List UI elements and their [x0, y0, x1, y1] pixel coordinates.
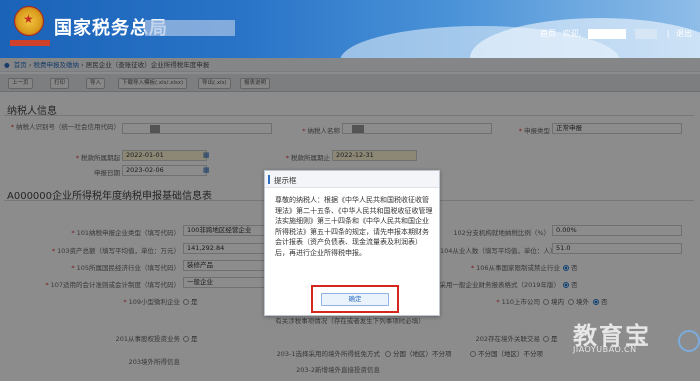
watermark-url: JIAOYUBAO.CN: [573, 345, 637, 354]
site-header: ★ 国家税务总局 首页 欢迎, | 退出: [0, 0, 700, 58]
top-links: 首页 欢迎, | 退出: [536, 28, 692, 39]
user-extra-masked: [635, 28, 658, 39]
home-link[interactable]: 首页: [540, 29, 556, 38]
dialog-header: 提示框: [265, 171, 439, 188]
user-name-masked: [587, 28, 626, 39]
tax-emblem-icon: ★: [14, 6, 44, 36]
welcome-text: 欢迎,: [562, 29, 582, 38]
ok-button-highlight: 确定: [311, 285, 399, 313]
watermark-circle-icon: [678, 330, 700, 352]
ok-button[interactable]: 确定: [321, 293, 389, 306]
logout-link[interactable]: 退出: [676, 29, 692, 38]
dialog-message: 尊敬的纳税人：根据《中华人民共和国税收征收管理法》第二十五条、《中华人民共和国税…: [275, 196, 433, 257]
dialog-title: 提示框: [274, 176, 297, 185]
separator: |: [666, 29, 670, 38]
prompt-dialog: 提示框 尊敬的纳税人：根据《中华人民共和国税收征收管理法》第二十五条、《中华人民…: [264, 170, 440, 316]
emblem-ribbon: [10, 40, 50, 46]
dialog-title-accent: [268, 175, 270, 184]
site-region-masked: [145, 20, 235, 36]
